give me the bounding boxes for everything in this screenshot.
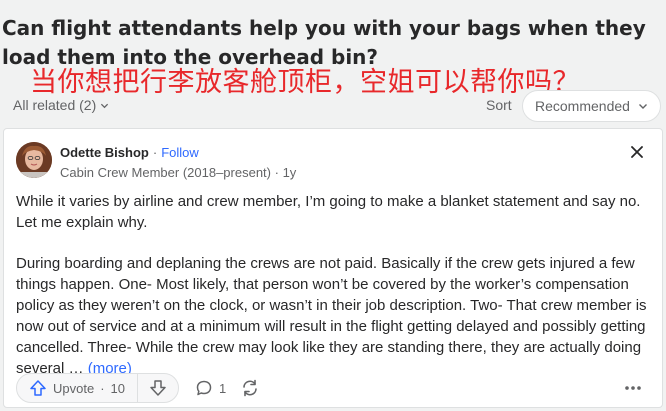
upvote-label: Upvote [53, 380, 95, 396]
question-title[interactable]: Can flight attendants help you with your… [2, 14, 666, 72]
author-credential[interactable]: Cabin Crew Member (2018–present) [60, 165, 271, 180]
answer-paragraph: During boarding and deplaning the crews … [16, 253, 652, 379]
downvote-arrow-icon [150, 380, 166, 396]
close-icon[interactable] [630, 145, 644, 159]
answer-body[interactable]: While it varies by airline and crew memb… [16, 191, 652, 379]
separator-dot: · [152, 145, 158, 160]
comment-button[interactable]: 1 [195, 379, 226, 397]
related-label: All related (2) [13, 97, 97, 113]
overlay-caption: 当你想把行李放客舱顶柜，空姐可以帮你吗？ [30, 67, 580, 98]
share-icon[interactable] [240, 378, 260, 398]
downvote-button[interactable] [138, 374, 178, 402]
more-options-icon[interactable] [624, 381, 642, 395]
separator-dot: · [274, 165, 283, 180]
answer-paragraph-text: During boarding and deplaning the crews … [16, 255, 647, 377]
avatar-image [16, 142, 52, 178]
chevron-down-icon [101, 103, 109, 108]
upvote-count: 10 [110, 380, 126, 396]
separator-dot: · [100, 380, 105, 396]
sort-select[interactable]: Recommended [522, 90, 661, 122]
follow-button[interactable]: Follow [161, 145, 199, 160]
author-credential-line: Cabin Crew Member (2018–present) · 1y [60, 165, 296, 180]
related-filter[interactable]: All related (2) [13, 97, 109, 113]
action-bar: Upvote · 10 1 [16, 373, 652, 403]
answer-card: Odette Bishop · Follow Cabin Crew Member… [3, 128, 663, 408]
sort-selected-value: Recommended [535, 98, 630, 114]
answer-paragraph: While it varies by airline and crew memb… [16, 193, 641, 231]
author-name[interactable]: Odette Bishop [60, 145, 149, 160]
upvote-button[interactable]: Upvote · 10 [17, 374, 137, 402]
comment-icon [196, 380, 212, 396]
answer-age[interactable]: 1y [283, 165, 297, 180]
upvote-arrow-icon [30, 380, 46, 396]
vote-pill: Upvote · 10 [16, 373, 180, 403]
sort-label: Sort [486, 97, 512, 113]
avatar[interactable] [16, 142, 52, 178]
author-line: Odette Bishop · Follow [60, 145, 199, 160]
comment-count: 1 [219, 380, 227, 396]
chevron-down-icon [638, 104, 647, 109]
